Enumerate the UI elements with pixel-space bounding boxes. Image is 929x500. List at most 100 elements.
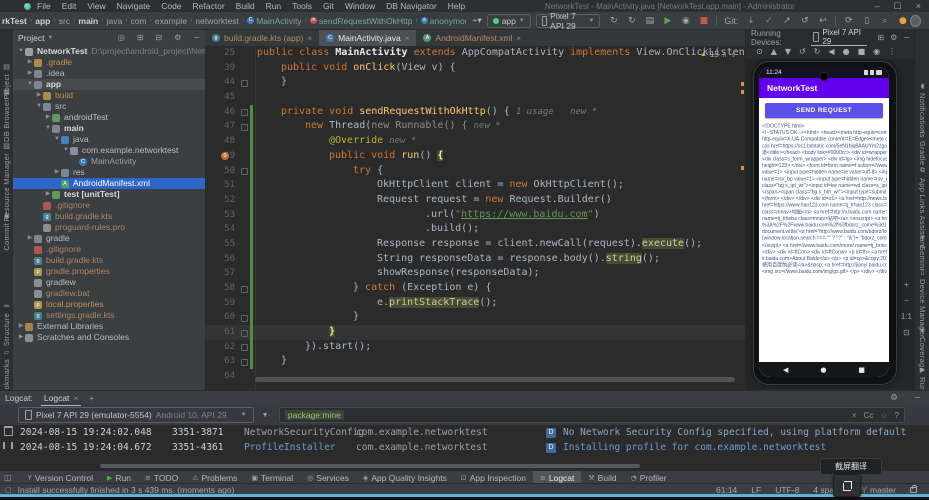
code-line[interactable]: 63}	[205, 354, 745, 370]
apply-changes-icon[interactable]: ↻	[608, 16, 619, 26]
tree-item--gitignore[interactable]: .gitignore	[13, 200, 205, 211]
line-ending[interactable]: LF	[751, 485, 761, 495]
tree-item-mainactivity[interactable]: C MainActivity	[13, 156, 205, 167]
code-line[interactable]: 61}	[205, 325, 745, 340]
device-manager-icon[interactable]: ▯	[861, 16, 872, 26]
code-line[interactable]: 52 Request request = new Request.Builder(…	[205, 192, 745, 208]
code-line[interactable]: 53 .url("https://www.baidu.com")	[205, 207, 745, 223]
file-encoding[interactable]: UTF-8	[775, 485, 799, 495]
tree-item-gradlew[interactable]: gradlew	[13, 277, 205, 288]
code-line[interactable]: 45	[205, 90, 745, 105]
menu-item-build[interactable]: Build	[236, 1, 255, 11]
menu-item-tools[interactable]: Tools	[292, 1, 312, 11]
hide-icon[interactable]: −	[903, 33, 910, 42]
send-request-button[interactable]: SEND REQUEST	[765, 103, 883, 118]
breadcrumb-item[interactable]: networktest	[195, 16, 238, 26]
editor-horizontal-scrollbar[interactable]	[255, 377, 735, 382]
chevron-down-icon[interactable]: ▼	[35, 101, 43, 112]
favorite-icon[interactable]: ☆	[880, 411, 887, 420]
code-line[interactable]: 25 public class MainActivity extends AppC…	[205, 46, 745, 61]
menu-item-run[interactable]: Run	[266, 1, 282, 11]
logcat-filter-input[interactable]: package:mine × Cc ☆?	[278, 407, 905, 423]
tree-item-com-example-networktest[interactable]: ▼ com.example.networktest	[13, 145, 205, 156]
prev-next-icons[interactable]: ∧ ∨	[722, 51, 737, 59]
tree-item-gradle[interactable]: ▶ gradle	[13, 233, 205, 244]
collapse-all-icon[interactable]: ⊟	[155, 33, 162, 42]
clear-icon[interactable]: ×	[852, 411, 857, 420]
fold-marker-icon[interactable]	[241, 344, 248, 352]
search-icon[interactable]: ⌕	[879, 16, 890, 26]
tree-item-networktest[interactable]: ▼ NetworkTest D:\project\android_project\…	[13, 46, 205, 57]
tree-item-proguard-rules-pro[interactable]: proguard-rules.pro	[13, 222, 205, 233]
breadcrumb-item[interactable]: C MainActivity	[247, 16, 302, 26]
fold-marker-icon[interactable]	[241, 358, 248, 366]
tree-item-external-libraries[interactable]: ▶ External Libraries	[13, 321, 205, 332]
zoom-reset-icon[interactable]: 1:1	[901, 312, 912, 321]
apply-code-changes-icon[interactable]: ↻	[626, 16, 637, 26]
tree-item-gradle-properties[interactable]: p gradle.properties	[13, 266, 205, 277]
logcat-device-selector[interactable]: Pixel 7 API 29 (emulator-5554) Android 1…	[18, 407, 254, 423]
fold-marker-icon[interactable]	[241, 79, 248, 87]
history-icon[interactable]: ↺	[799, 16, 810, 26]
logcat-row[interactable]: 2024-08-15 19:24:04.672 3351-4361 ProfileI…	[0, 440, 929, 455]
code-line[interactable]: 54 .build();	[205, 222, 745, 237]
code-line[interactable]: 59 e.printStackTrace();	[205, 295, 745, 311]
screen-translate-button[interactable]	[833, 474, 861, 497]
warning-mark[interactable]	[741, 90, 744, 94]
fold-marker-icon[interactable]	[241, 314, 248, 322]
gradle-sync-icon[interactable]: ⟳	[843, 16, 854, 26]
tree-item-build-gradle-kts[interactable]: g build.gradle.kts	[13, 211, 205, 222]
tool-strip-item-commit[interactable]: ◉ Commit	[0, 212, 13, 251]
tool-strip-item-db-browser[interactable]: ▦ DB Browser	[0, 88, 13, 142]
build-variant-icon[interactable]: ⌁▾	[472, 16, 481, 26]
settings-icon[interactable]: ⚙	[890, 33, 897, 42]
code-line[interactable]: 50 try {	[205, 163, 745, 179]
chevron-right-icon[interactable]: ▶	[35, 90, 43, 101]
git-push-icon[interactable]: ↗	[781, 16, 792, 26]
settings-icon[interactable]: ⚙	[174, 33, 181, 42]
match-case-icon[interactable]: Cc	[864, 411, 874, 420]
git-commit-icon[interactable]: ✓	[763, 16, 774, 26]
git-branch[interactable]: Y master	[861, 485, 896, 495]
editor-tab-androidmanifest-xml[interactable]: A AndroidManifest.xml ×	[416, 30, 528, 46]
fold-marker-icon[interactable]	[241, 123, 248, 131]
chevron-down-icon[interactable]: ▼	[17, 46, 25, 57]
tree-item--gradle[interactable]: ▶ .gradle	[13, 57, 205, 68]
profiler-icon[interactable]: ▤	[644, 16, 655, 26]
chevron-right-icon[interactable]: ▶	[44, 112, 52, 123]
fit-icon[interactable]: ⊡	[903, 328, 910, 337]
override-method-icon[interactable]: o	[221, 151, 229, 160]
close-icon[interactable]: ×	[916, 1, 921, 12]
tool-strip-item-resource-manager[interactable]: ▧ Resource Manager	[0, 142, 13, 222]
code-line[interactable]: 39 public void onClick(View v) {	[205, 61, 745, 76]
editor-tab-mainactivity-java[interactable]: C MainActivity.java ×	[319, 30, 417, 46]
logcat-tab[interactable]: Logcat ×	[40, 391, 82, 406]
back-icon[interactable]: ◀	[783, 366, 788, 374]
code-line[interactable]: 57 showResponse(responseData);	[205, 266, 745, 281]
code-editor[interactable]: 25 public class MainActivity extends AppC…	[205, 46, 745, 384]
code-line[interactable]: 62}).start();	[205, 339, 745, 355]
maximize-icon[interactable]: ☐	[894, 1, 902, 12]
breadcrumb-item[interactable]: main	[78, 16, 98, 26]
tree-item-build[interactable]: ▶ build	[13, 90, 205, 101]
chevron-down-icon[interactable]: ▼	[26, 79, 34, 90]
code-line[interactable]: 44}	[205, 75, 745, 90]
menu-item-help[interactable]: Help	[448, 1, 465, 11]
menu-item-view[interactable]: View	[87, 1, 105, 11]
breadcrumb-item[interactable]: src	[59, 16, 70, 26]
menu-item-file[interactable]: File	[37, 1, 51, 11]
tree-item-local-properties[interactable]: p local.properties	[13, 299, 205, 310]
avatar[interactable]	[910, 14, 921, 27]
fold-marker-icon[interactable]	[241, 168, 248, 175]
tree-item-gradlew-bat[interactable]: gradlew.bat	[13, 288, 205, 299]
fold-marker-icon[interactable]	[241, 329, 248, 337]
logcat-row[interactable]: 2024-08-15 19:24:02.048 3351-3871 NetworkS…	[0, 425, 929, 440]
git-update-icon[interactable]: ↓	[745, 16, 756, 26]
tree-item-settings-gradle-kts[interactable]: g settings.gradle.kts	[13, 310, 205, 321]
code-line[interactable]: 58} catch (Exception e) {	[205, 281, 745, 296]
tree-item-androidtest[interactable]: ▶ androidTest	[13, 112, 205, 123]
debug-icon[interactable]: ◉	[680, 16, 691, 26]
tree-item-main[interactable]: ▼ main	[13, 123, 205, 134]
breadcrumb-item[interactable]: java	[107, 16, 123, 26]
tree-item-build-gradle-kts[interactable]: g build.gradle.kts	[13, 255, 205, 266]
